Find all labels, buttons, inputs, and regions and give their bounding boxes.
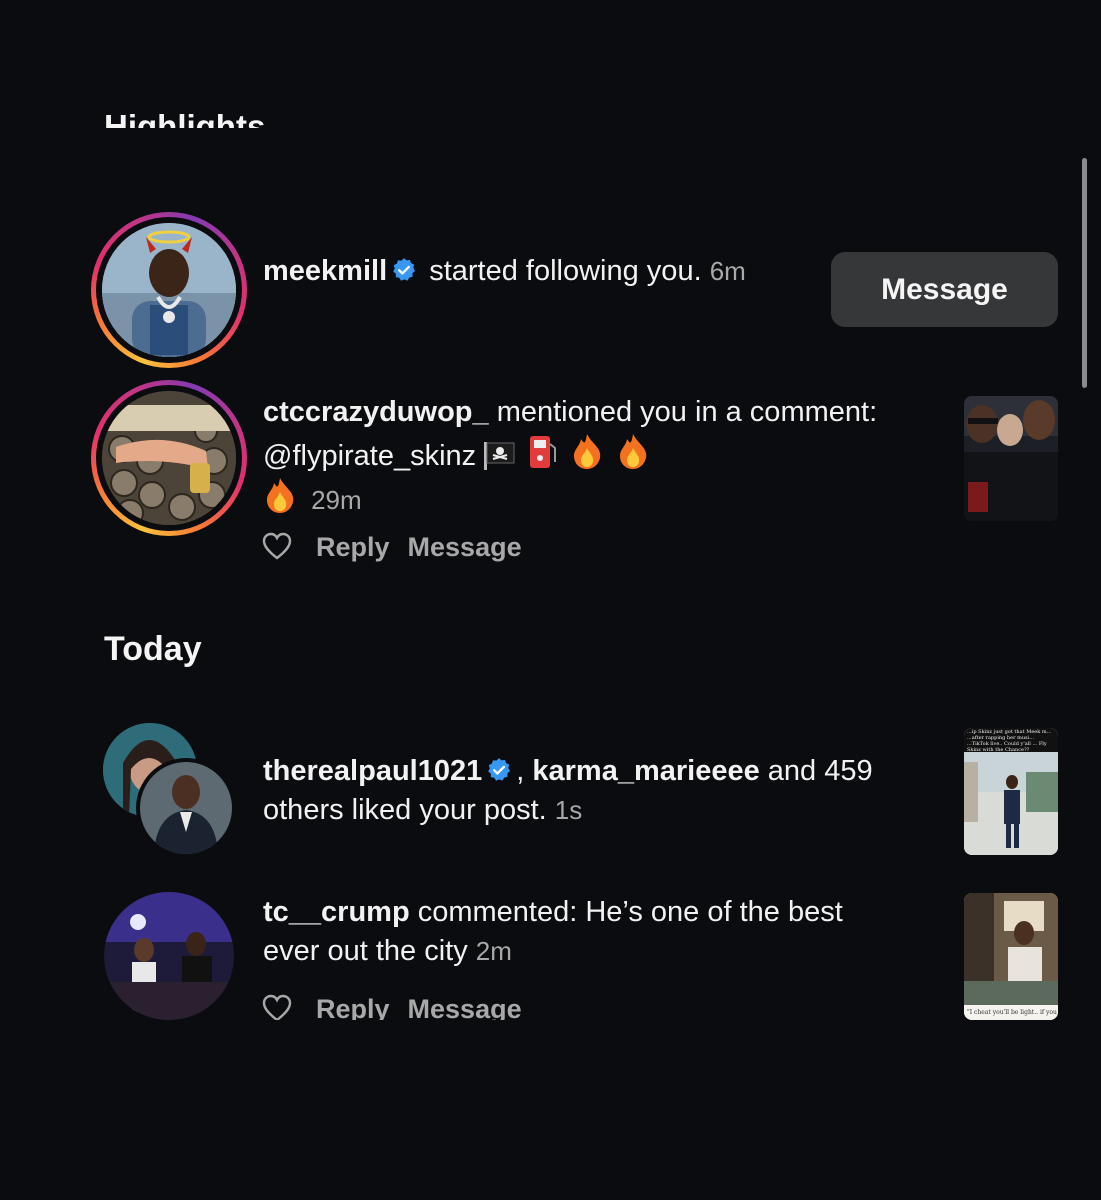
reply-button[interactable]: Reply bbox=[316, 532, 390, 562]
message-button[interactable]: Message bbox=[831, 252, 1058, 327]
message-link[interactable]: Message bbox=[408, 532, 522, 562]
verified-badge-icon bbox=[393, 258, 416, 281]
username-karma-marieeee[interactable]: karma_marieeee bbox=[532, 755, 759, 787]
fire-icon bbox=[574, 434, 601, 469]
avatar-meekmill[interactable] bbox=[102, 223, 236, 357]
post-thumbnail[interactable] bbox=[964, 396, 1058, 521]
comment-actions: Reply Message bbox=[262, 994, 540, 1020]
thumbnail-caption: "I cheat you'll be light.. if you bbox=[964, 1005, 1058, 1020]
timestamp: 29m bbox=[311, 485, 362, 515]
username-ctccrazyduwop[interactable]: ctccrazyduwop_ bbox=[263, 396, 489, 428]
scrollbar[interactable] bbox=[1082, 158, 1087, 388]
timestamp: 2m bbox=[475, 936, 512, 966]
section-title-highlights: Highlights bbox=[104, 108, 266, 128]
message-link[interactable]: Message bbox=[408, 994, 522, 1020]
heart-icon[interactable] bbox=[262, 994, 292, 1020]
fuel-pump-icon bbox=[530, 436, 557, 468]
notification-text: therealpaul1021, karma_marieeee and 459 … bbox=[263, 755, 873, 826]
avatar-ctccrazyduwop[interactable] bbox=[102, 391, 236, 525]
fire-icon bbox=[620, 434, 647, 469]
notification-text: tc__crump commented: He’s one of the bes… bbox=[263, 896, 843, 967]
comment-actions: Reply Message bbox=[262, 532, 540, 563]
heart-icon[interactable] bbox=[262, 532, 292, 560]
timestamp: 6m bbox=[709, 256, 746, 286]
notification-text: ctccrazyduwop_ mentioned you in a commen… bbox=[263, 396, 878, 515]
reply-button[interactable]: Reply bbox=[316, 994, 390, 1020]
username-meekmill[interactable]: meekmill bbox=[263, 255, 387, 287]
clip-region: Reply Message bbox=[0, 990, 1101, 1020]
section-title-today: Today bbox=[104, 630, 202, 668]
timestamp: 1s bbox=[554, 795, 583, 825]
thumbnail-caption: ...ip Skinz just got that Meek m... ...a… bbox=[964, 728, 1058, 752]
fire-icon bbox=[267, 478, 294, 513]
story-ring[interactable] bbox=[91, 380, 247, 536]
post-thumbnail[interactable]: ...ip Skinz just got that Meek m... ...a… bbox=[964, 728, 1058, 855]
username-tc-crump[interactable]: tc__crump bbox=[263, 896, 410, 928]
verified-badge-icon bbox=[488, 758, 511, 781]
post-thumbnail[interactable]: "I cheat you'll be light.. if you bbox=[964, 893, 1058, 1020]
pirate-flag-icon bbox=[484, 442, 515, 470]
story-ring[interactable] bbox=[91, 212, 247, 368]
avatar-therealpaul1021[interactable] bbox=[136, 758, 236, 858]
username-therealpaul1021[interactable]: therealpaul1021 bbox=[263, 755, 482, 787]
notification-text: meekmill started following you. 6m bbox=[263, 255, 746, 287]
